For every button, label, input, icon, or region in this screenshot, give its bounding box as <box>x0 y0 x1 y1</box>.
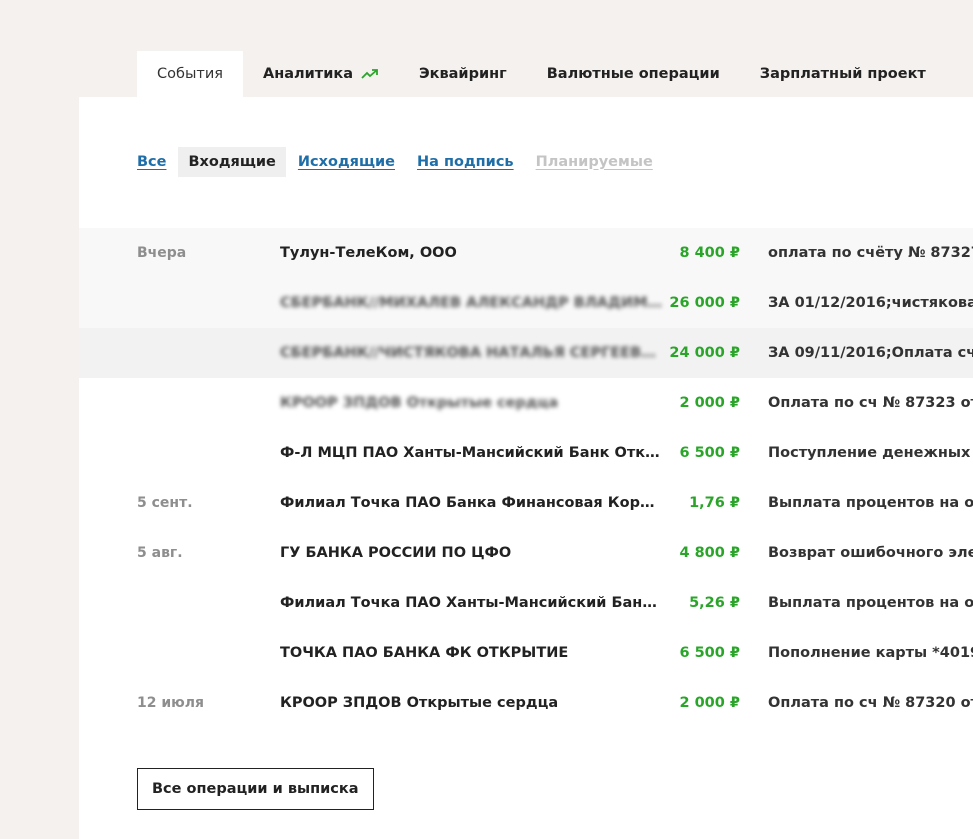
table-row[interactable]: Ф-Л МЦП ПАО Ханты-Мансийский Банк Открыт… <box>79 428 973 478</box>
operation-description: оплата по счёту № 87327 с <box>768 245 973 261</box>
counterparty-name: Филиал Точка ПАО Ханты-Мансийский Банк О… <box>280 595 664 611</box>
operation-date: Вчера <box>137 245 187 261</box>
operation-amount: 4 800 ₽ <box>679 545 740 561</box>
operation-amount: 6 500 ₽ <box>679 445 740 461</box>
operation-amount: 24 000 ₽ <box>669 345 740 361</box>
operation-description: Оплата по сч № 87323 от 2 <box>768 395 973 411</box>
counterparty-name: ГУ БАНКА РОССИИ ПО ЦФО <box>280 545 512 561</box>
counterparty-name: СБЕРБАНК//МИХАЛЕВ АЛЕКСАНДР ВЛАДИМИРОВИЧ <box>280 295 664 311</box>
tab-events[interactable]: События <box>137 51 243 97</box>
counterparty-name: Ф-Л МЦП ПАО Ханты-Мансийский Банк Открыт… <box>280 445 664 461</box>
operation-date: 5 сент. <box>137 495 193 511</box>
operation-filters: Все Входящие Исходящие На подпись Планир… <box>137 146 675 177</box>
filter-incoming[interactable]: Входящие <box>178 146 286 177</box>
operation-date: 12 июля <box>137 695 205 711</box>
counterparty-name: СБЕРБАНК//ЧИСТЯКОВА НАТАЛЬЯ СЕРГЕЕВНА <box>280 345 664 361</box>
operation-amount: 6 500 ₽ <box>679 645 740 661</box>
counterparty-name: ТОЧКА ПАО БАНКА ФК ОТКРЫТИЕ <box>280 645 569 661</box>
tab-label: Валютные операции <box>546 66 720 82</box>
tab-label: События <box>157 66 223 82</box>
table-row[interactable]: ТОЧКА ПАО БАНКА ФК ОТКРЫТИЕ 6 500 ₽ Попо… <box>79 628 973 678</box>
tab-acquiring[interactable]: Эквайринг <box>399 51 527 97</box>
operation-description: Поступление денежных ср <box>768 445 973 461</box>
operations-list: Вчера Тулун-ТелеКом, ООО 8 400 ₽ оплата … <box>79 228 973 728</box>
counterparty-name: Тулун-ТелеКом, ООО <box>280 245 457 261</box>
operation-amount: 2 000 ₽ <box>679 695 740 711</box>
tab-currency-operations[interactable]: Валютные операции <box>527 51 740 97</box>
counterparty-name: КРООР ЗПДОВ Открытые сердца <box>280 695 559 711</box>
tab-label: Эквайринг <box>418 66 507 82</box>
operation-amount: 2 000 ₽ <box>679 395 740 411</box>
operation-amount: 5,26 ₽ <box>689 595 740 611</box>
filter-to-sign[interactable]: На подпись <box>417 154 514 170</box>
table-row[interactable]: 12 июля КРООР ЗПДОВ Открытые сердца 2 00… <box>79 678 973 728</box>
operation-amount: 8 400 ₽ <box>679 245 740 261</box>
table-row[interactable]: 5 сент. Филиал Точка ПАО Банка Финансова… <box>79 478 973 528</box>
tab-label: Зарплатный проект <box>759 66 926 82</box>
table-row[interactable]: КРООР ЗПДОВ Открытые сердца 2 000 ₽ Опла… <box>79 378 973 428</box>
events-panel: Все Входящие Исходящие На подпись Планир… <box>79 97 973 839</box>
operation-description: Выплата процентов на ост <box>768 495 973 511</box>
counterparty-name: КРООР ЗПДОВ Открытые сердца <box>280 395 559 411</box>
table-row[interactable]: СБЕРБАНК//ЧИСТЯКОВА НАТАЛЬЯ СЕРГЕЕВНА 24… <box>79 328 973 378</box>
table-row[interactable]: 5 авг. ГУ БАНКА РОССИИ ПО ЦФО 4 800 ₽ Во… <box>79 528 973 578</box>
table-row[interactable]: Вчера Тулун-ТелеКом, ООО 8 400 ₽ оплата … <box>79 228 973 278</box>
operation-description: ЗА 09/11/2016;Оплата счет <box>768 345 973 361</box>
operation-amount: 26 000 ₽ <box>669 295 740 311</box>
filter-planned: Планируемые <box>535 153 653 170</box>
operation-amount: 1,76 ₽ <box>689 495 740 511</box>
table-row[interactable]: СБЕРБАНК//МИХАЛЕВ АЛЕКСАНДР ВЛАДИМИРОВИЧ… <box>79 278 973 328</box>
operation-date: 5 авг. <box>137 545 183 561</box>
operation-description: ЗА 01/12/2016;чистякова Н <box>768 295 973 311</box>
top-tabs: События Аналитика Эквайринг Валютные опе… <box>137 51 946 97</box>
operation-description: Пополнение карты *4019 <box>768 645 973 661</box>
operation-description: Выплата процентов на ост <box>768 595 973 611</box>
tab-analytics[interactable]: Аналитика <box>243 51 399 97</box>
table-row[interactable]: Филиал Точка ПАО Ханты-Мансийский Банк О… <box>79 578 973 628</box>
operation-description: Оплата по сч № 87320 от 1 <box>768 695 973 711</box>
trend-up-icon <box>361 68 379 80</box>
filter-outgoing[interactable]: Исходящие <box>298 154 395 170</box>
all-operations-button[interactable]: Все операции и выписка <box>137 768 374 810</box>
tab-label: Аналитика <box>262 66 353 82</box>
counterparty-name: Филиал Точка ПАО Банка Финансовая Корпор… <box>280 495 664 511</box>
tab-salary-project[interactable]: Зарплатный проект <box>740 51 946 97</box>
filter-all[interactable]: Все <box>137 154 166 170</box>
operation-description: Возврат ошибочного элек <box>768 545 973 561</box>
